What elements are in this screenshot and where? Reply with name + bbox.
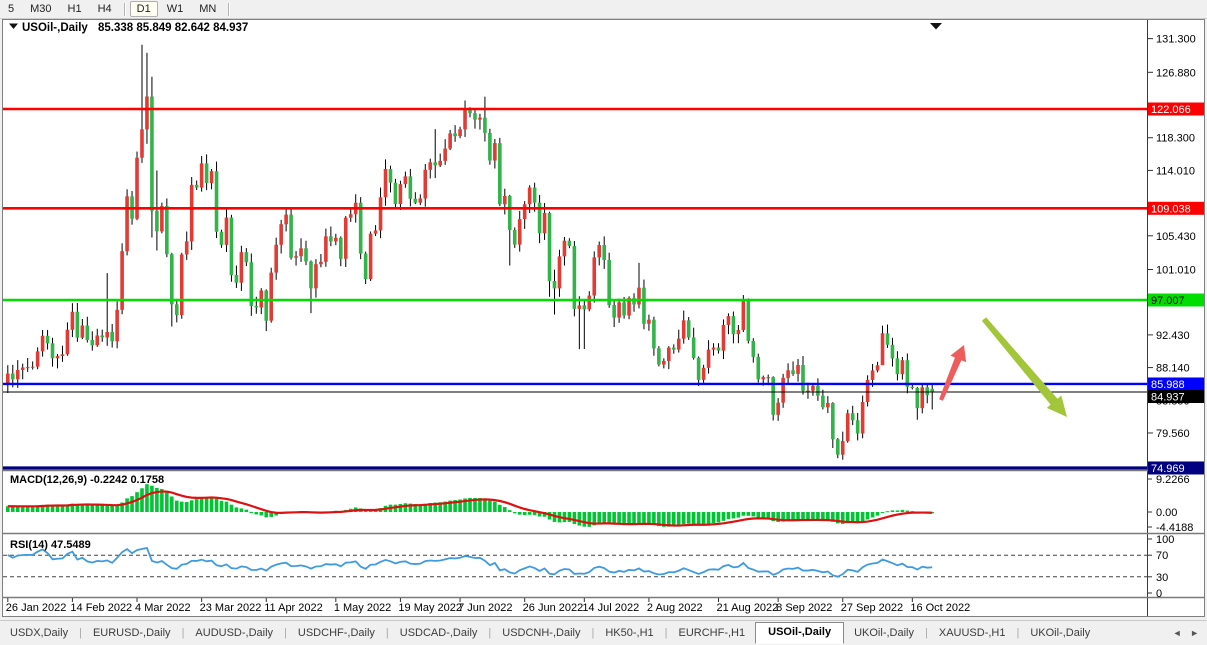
tab-ukoil-daily[interactable]: UKOil-,Daily [844,623,924,643]
svg-text:85.988: 85.988 [1151,379,1185,391]
tab-ukoil-daily[interactable]: UKOil-,Daily [1020,623,1100,643]
svg-text:-4.4188: -4.4188 [1156,522,1193,534]
svg-text:118.300: 118.300 [1156,133,1195,145]
tab-xauusd-h1[interactable]: XAUUSD-,H1 [929,623,1016,643]
rsi-indicator-label: RSI(14) 47.5489 [10,539,91,551]
svg-text:84.937: 84.937 [1151,392,1185,404]
svg-text:2 Aug 2022: 2 Aug 2022 [647,602,703,614]
toolbar-separator [228,2,230,16]
chart-ohlc-readout: 85.338 85.849 82.642 84.937 [98,22,248,34]
timeframe-button-w1[interactable]: W1 [160,1,191,17]
svg-text:97.007: 97.007 [1151,295,1185,307]
tab-usdchf-daily[interactable]: USDCHF-,Daily [288,623,385,643]
svg-text:8 Sep 2022: 8 Sep 2022 [776,602,832,614]
svg-text:131.300: 131.300 [1156,34,1196,46]
tab-usdcnh-daily[interactable]: USDCNH-,Daily [492,623,590,643]
timeframe-button-h1[interactable]: H1 [61,1,89,17]
svg-text:23 Mar 2022: 23 Mar 2022 [200,602,262,614]
svg-text:70: 70 [1156,550,1168,562]
svg-text:122.066: 122.066 [1151,104,1191,116]
timeframe-toolbar: 5 M30 H1 H4 D1 W1 MN [0,0,1207,19]
price-chart-canvas[interactable]: 131.300 126.880 118.300 114.010 105.430 101.0… [3,20,1205,616]
tab-audusd-daily[interactable]: AUDUSD-,Daily [185,623,283,643]
mt4-window: 5 M30 H1 H4 D1 W1 MN 131.300 126.880 118.300 114.… [0,0,1207,645]
svg-text:27 Sep 2022: 27 Sep 2022 [841,602,903,614]
svg-text:105.430: 105.430 [1156,231,1196,243]
svg-text:92.430: 92.430 [1156,330,1190,342]
svg-text:126.880: 126.880 [1156,67,1196,79]
svg-text:14 Feb 2022: 14 Feb 2022 [70,602,132,614]
macd-indicator-label: MACD(12,26,9) -0.2242 0.1758 [10,474,164,486]
svg-text:16 Oct 2022: 16 Oct 2022 [910,602,970,614]
timeframe-button-m30[interactable]: M30 [23,1,58,17]
tab-usoil-daily[interactable]: USOil-,Daily [755,622,845,644]
svg-text:14 Jul 2022: 14 Jul 2022 [582,602,639,614]
svg-text:0.00: 0.00 [1156,507,1177,519]
svg-text:100: 100 [1156,534,1174,546]
svg-text:0: 0 [1156,588,1162,600]
tab-eurusd-daily[interactable]: EURUSD-,Daily [83,623,181,643]
tab-hk50-h1[interactable]: HK50-,H1 [595,623,663,643]
tab-usdx-daily[interactable]: USDX,Daily [0,623,78,643]
toolbar-separator [123,2,125,16]
svg-text:7 Jun 2022: 7 Jun 2022 [458,602,512,614]
svg-text:88.140: 88.140 [1156,363,1190,375]
timeframe-button-mn[interactable]: MN [192,1,223,17]
svg-text:109.038: 109.038 [1151,203,1191,215]
svg-text:9.2266: 9.2266 [1156,474,1190,486]
svg-text:21 Aug 2022: 21 Aug 2022 [717,602,779,614]
svg-text:26 Jan 2022: 26 Jan 2022 [6,602,67,614]
svg-text:19 May 2022: 19 May 2022 [398,602,462,614]
tab-scroll-arrows[interactable]: ◄ ► [1173,628,1207,638]
chart-window[interactable]: 131.300 126.880 118.300 114.010 105.430 101.0… [2,19,1205,617]
tab-usdcad-daily[interactable]: USDCAD-,Daily [390,623,488,643]
tab-eurchf-h1[interactable]: EURCHF-,H1 [669,623,756,643]
timeframe-button-5[interactable]: 5 [1,1,21,17]
svg-text:101.010: 101.010 [1156,264,1196,276]
timeframe-button-d1[interactable]: D1 [129,1,158,17]
chart-tab-bar: USDX,Daily | EURUSD-,Daily | AUDUSD-,Daily | U… [0,620,1207,645]
svg-text:11 Apr 2022: 11 Apr 2022 [264,602,323,614]
svg-text:1 May 2022: 1 May 2022 [334,602,391,614]
svg-text:79.560: 79.560 [1156,428,1190,440]
svg-text:26 Jun 2022: 26 Jun 2022 [523,602,584,614]
timeframe-button-h4[interactable]: H4 [91,1,119,17]
svg-text:4 Mar 2022: 4 Mar 2022 [135,602,191,614]
svg-text:114.010: 114.010 [1156,165,1195,177]
svg-text:30: 30 [1156,572,1168,584]
chart-symbol-title: USOil-,Daily [22,22,88,34]
